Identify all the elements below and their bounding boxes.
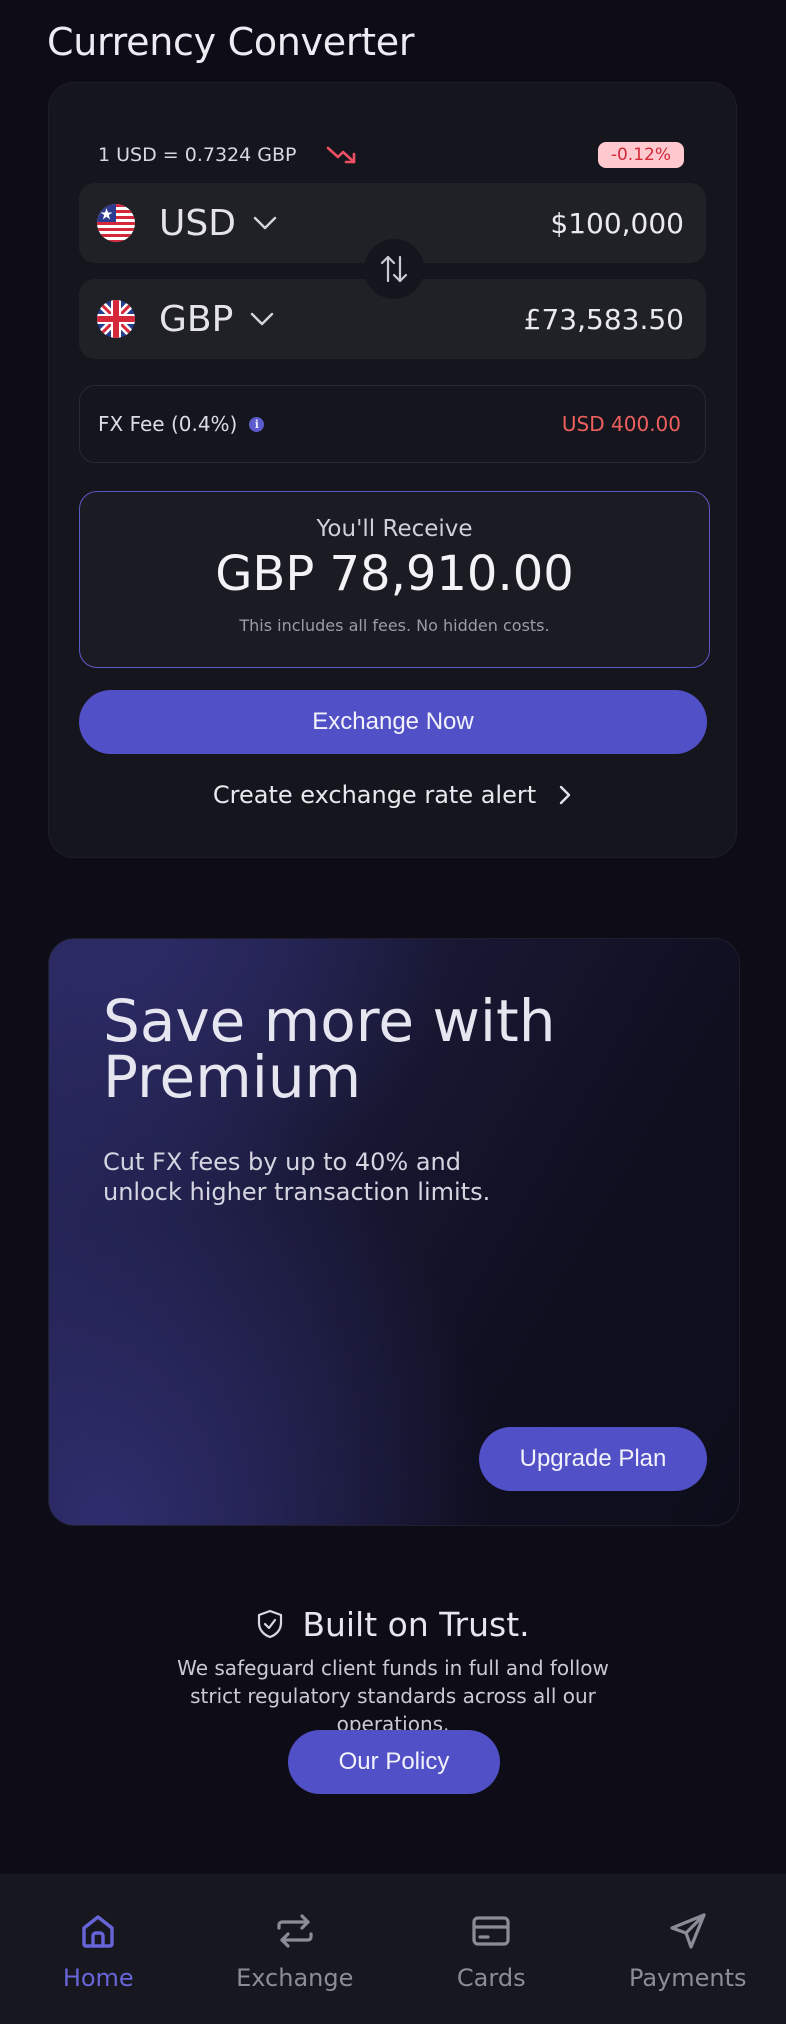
premium-banner: Save more with Premium Cut FX fees by up…	[48, 938, 740, 1526]
receive-amount: GBP 78,910.00	[215, 546, 574, 602]
chevron-down-icon[interactable]	[252, 215, 278, 231]
exchange-icon	[277, 1914, 313, 1948]
converter-card: 1 USD = 0.7324 GBP -0.12% USD $100,000 G…	[48, 82, 737, 858]
from-currency-code: USD	[159, 202, 236, 244]
fx-fee-label: FX Fee (0.4%)	[98, 412, 238, 436]
nav-label-payments: Payments	[628, 1964, 747, 1992]
trust-title: Built on Trust.	[302, 1604, 530, 1644]
nav-label-exchange: Exchange	[236, 1964, 354, 1992]
trust-heading: Built on Trust.	[0, 1600, 786, 1648]
chevron-down-icon[interactable]	[249, 311, 275, 327]
shield-check-icon	[258, 1609, 283, 1639]
to-amount[interactable]: £73,583.50	[524, 303, 684, 336]
receive-summary: You'll Receive GBP 78,910.00 This includ…	[79, 491, 710, 668]
rate-alert-link[interactable]: Create exchange rate alert	[49, 775, 736, 815]
premium-description: Cut FX fees by up to 40% and unlock high…	[103, 1148, 491, 1206]
receive-label: You'll Receive	[316, 516, 473, 542]
upgrade-plan-button[interactable]: Upgrade Plan	[479, 1427, 707, 1491]
nav-item-cards[interactable]: Cards	[393, 1874, 590, 2024]
currency-converter-screen: Currency Converter 1 USD = 0.7324 GBP -0…	[0, 0, 786, 2024]
nav-item-exchange[interactable]: Exchange	[197, 1874, 394, 2024]
nav-item-payments[interactable]: Payments	[590, 1874, 786, 2024]
our-policy-button[interactable]: Our Policy	[288, 1730, 500, 1794]
page-title: Currency Converter	[47, 20, 415, 64]
to-currency-code: GBP	[159, 298, 234, 340]
nav-label-cards: Cards	[456, 1964, 526, 1992]
card-icon	[472, 1916, 510, 1946]
exchange-rate-text: 1 USD = 0.7324 GBP	[98, 144, 297, 166]
uk-flag-icon	[97, 300, 135, 338]
exchange-now-button[interactable]: Exchange Now	[79, 690, 707, 754]
chevron-right-icon	[559, 785, 571, 805]
send-icon	[670, 1913, 706, 1949]
us-flag-icon	[97, 204, 135, 242]
trend-down-icon	[327, 146, 356, 164]
swap-arrows-icon	[380, 255, 408, 283]
rate-row: 1 USD = 0.7324 GBP -0.12%	[98, 135, 684, 175]
from-amount[interactable]: $100,000	[550, 207, 684, 240]
rate-change-badge: -0.12%	[597, 142, 684, 168]
bottom-navigation: Home Exchange Cards Payments	[0, 1874, 786, 2024]
receive-note: This includes all fees. No hidden costs.	[239, 616, 550, 635]
fx-fee-value: USD 400.00	[561, 412, 681, 436]
rate-alert-label: Create exchange rate alert	[212, 781, 537, 809]
nav-item-home[interactable]: Home	[0, 1874, 197, 2024]
info-icon[interactable]: i	[249, 416, 265, 432]
nav-label-home: Home	[62, 1964, 134, 1992]
fx-fee-row: FX Fee (0.4%) i USD 400.00	[79, 385, 706, 463]
trust-description: We safeguard client funds in full and fo…	[177, 1656, 609, 1736]
home-icon	[82, 1915, 114, 1948]
premium-title: Save more with Premium	[103, 987, 556, 1111]
swap-currencies-button[interactable]	[364, 239, 424, 299]
